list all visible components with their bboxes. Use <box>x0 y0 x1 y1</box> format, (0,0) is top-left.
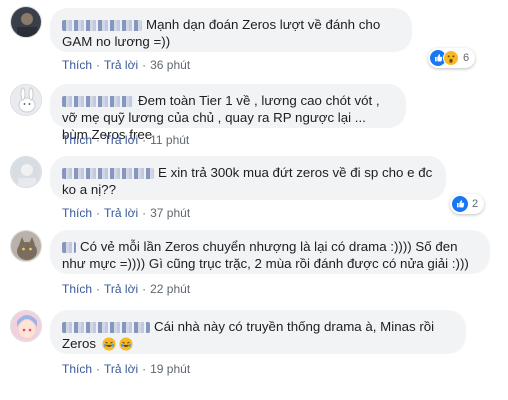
comment-author[interactable] <box>62 167 154 179</box>
avatar[interactable] <box>10 310 42 342</box>
comment-author[interactable] <box>62 95 134 107</box>
comment-bubble: Cái nhà này có truyền thống drama à, Min… <box>50 310 466 354</box>
reply-link[interactable]: Trả lời <box>104 206 138 220</box>
reply-link[interactable]: Trả lời <box>104 133 138 147</box>
reaction-summary[interactable]: 2 <box>450 194 485 214</box>
avatar[interactable] <box>10 230 42 262</box>
avatar[interactable] <box>10 6 42 38</box>
reaction-count: 6 <box>463 52 470 64</box>
separator: · <box>142 282 147 296</box>
comment-actions: Thích · Trả lời · 11 phút <box>62 133 189 147</box>
like-link[interactable]: Thích <box>62 206 92 220</box>
like-link[interactable]: Thích <box>62 58 92 72</box>
comment-bubble: Mạnh dạn đoán Zeros lượt về đánh cho GAM… <box>50 8 412 52</box>
timestamp[interactable]: 19 phút <box>150 362 190 376</box>
separator: · <box>142 206 147 220</box>
like-link[interactable]: Thích <box>62 282 92 296</box>
avatar[interactable] <box>10 156 42 188</box>
comment-bubble: Có vẻ mỗi lần Zeros chuyển nhượng là lại… <box>50 230 490 274</box>
separator: · <box>142 58 147 72</box>
like-link[interactable]: Thích <box>62 133 92 147</box>
comment-author[interactable] <box>62 321 150 333</box>
timestamp[interactable]: 11 phút <box>150 133 189 147</box>
reaction-count: 2 <box>472 198 479 210</box>
comment-bubble: E xin trả 300k mua đứt zeros về đi sp ch… <box>50 156 446 200</box>
separator: · <box>96 133 101 147</box>
comment-actions: Thích · Trả lời · 37 phút <box>62 206 190 220</box>
reply-link[interactable]: Trả lời <box>104 282 138 296</box>
separator: · <box>96 282 101 296</box>
reaction-summary[interactable]: 6 <box>428 48 476 68</box>
laugh-emoji <box>102 337 116 352</box>
separator: · <box>96 58 101 72</box>
separator: · <box>96 206 101 220</box>
comment-author[interactable] <box>62 19 142 31</box>
comment-actions: Thích · Trả lời · 36 phút <box>62 58 190 72</box>
laugh-emoji <box>119 337 133 352</box>
comment-bubble: Đem toàn Tier 1 về , lương cao chót vót … <box>50 84 406 142</box>
separator: · <box>142 133 147 147</box>
timestamp[interactable]: 36 phút <box>150 58 190 72</box>
reply-link[interactable]: Trả lời <box>104 362 138 376</box>
separator: · <box>96 362 101 376</box>
separator: · <box>142 362 147 376</box>
comment-text: Có vẻ mỗi lần Zeros chuyển nhượng là lại… <box>62 239 469 271</box>
comment-author[interactable] <box>62 241 76 253</box>
wow-icon <box>443 50 459 66</box>
reply-link[interactable]: Trả lời <box>104 58 138 72</box>
comment-actions: Thích · Trả lời · 22 phút <box>62 282 190 296</box>
comment-feed: Mạnh dạn đoán Zeros lượt về đánh cho GAM… <box>0 0 508 400</box>
avatar[interactable] <box>10 84 42 116</box>
like-link[interactable]: Thích <box>62 362 92 376</box>
timestamp[interactable]: 22 phút <box>150 282 190 296</box>
timestamp[interactable]: 37 phút <box>150 206 190 220</box>
comment-actions: Thích · Trả lời · 19 phút <box>62 362 190 376</box>
like-icon <box>452 196 468 212</box>
